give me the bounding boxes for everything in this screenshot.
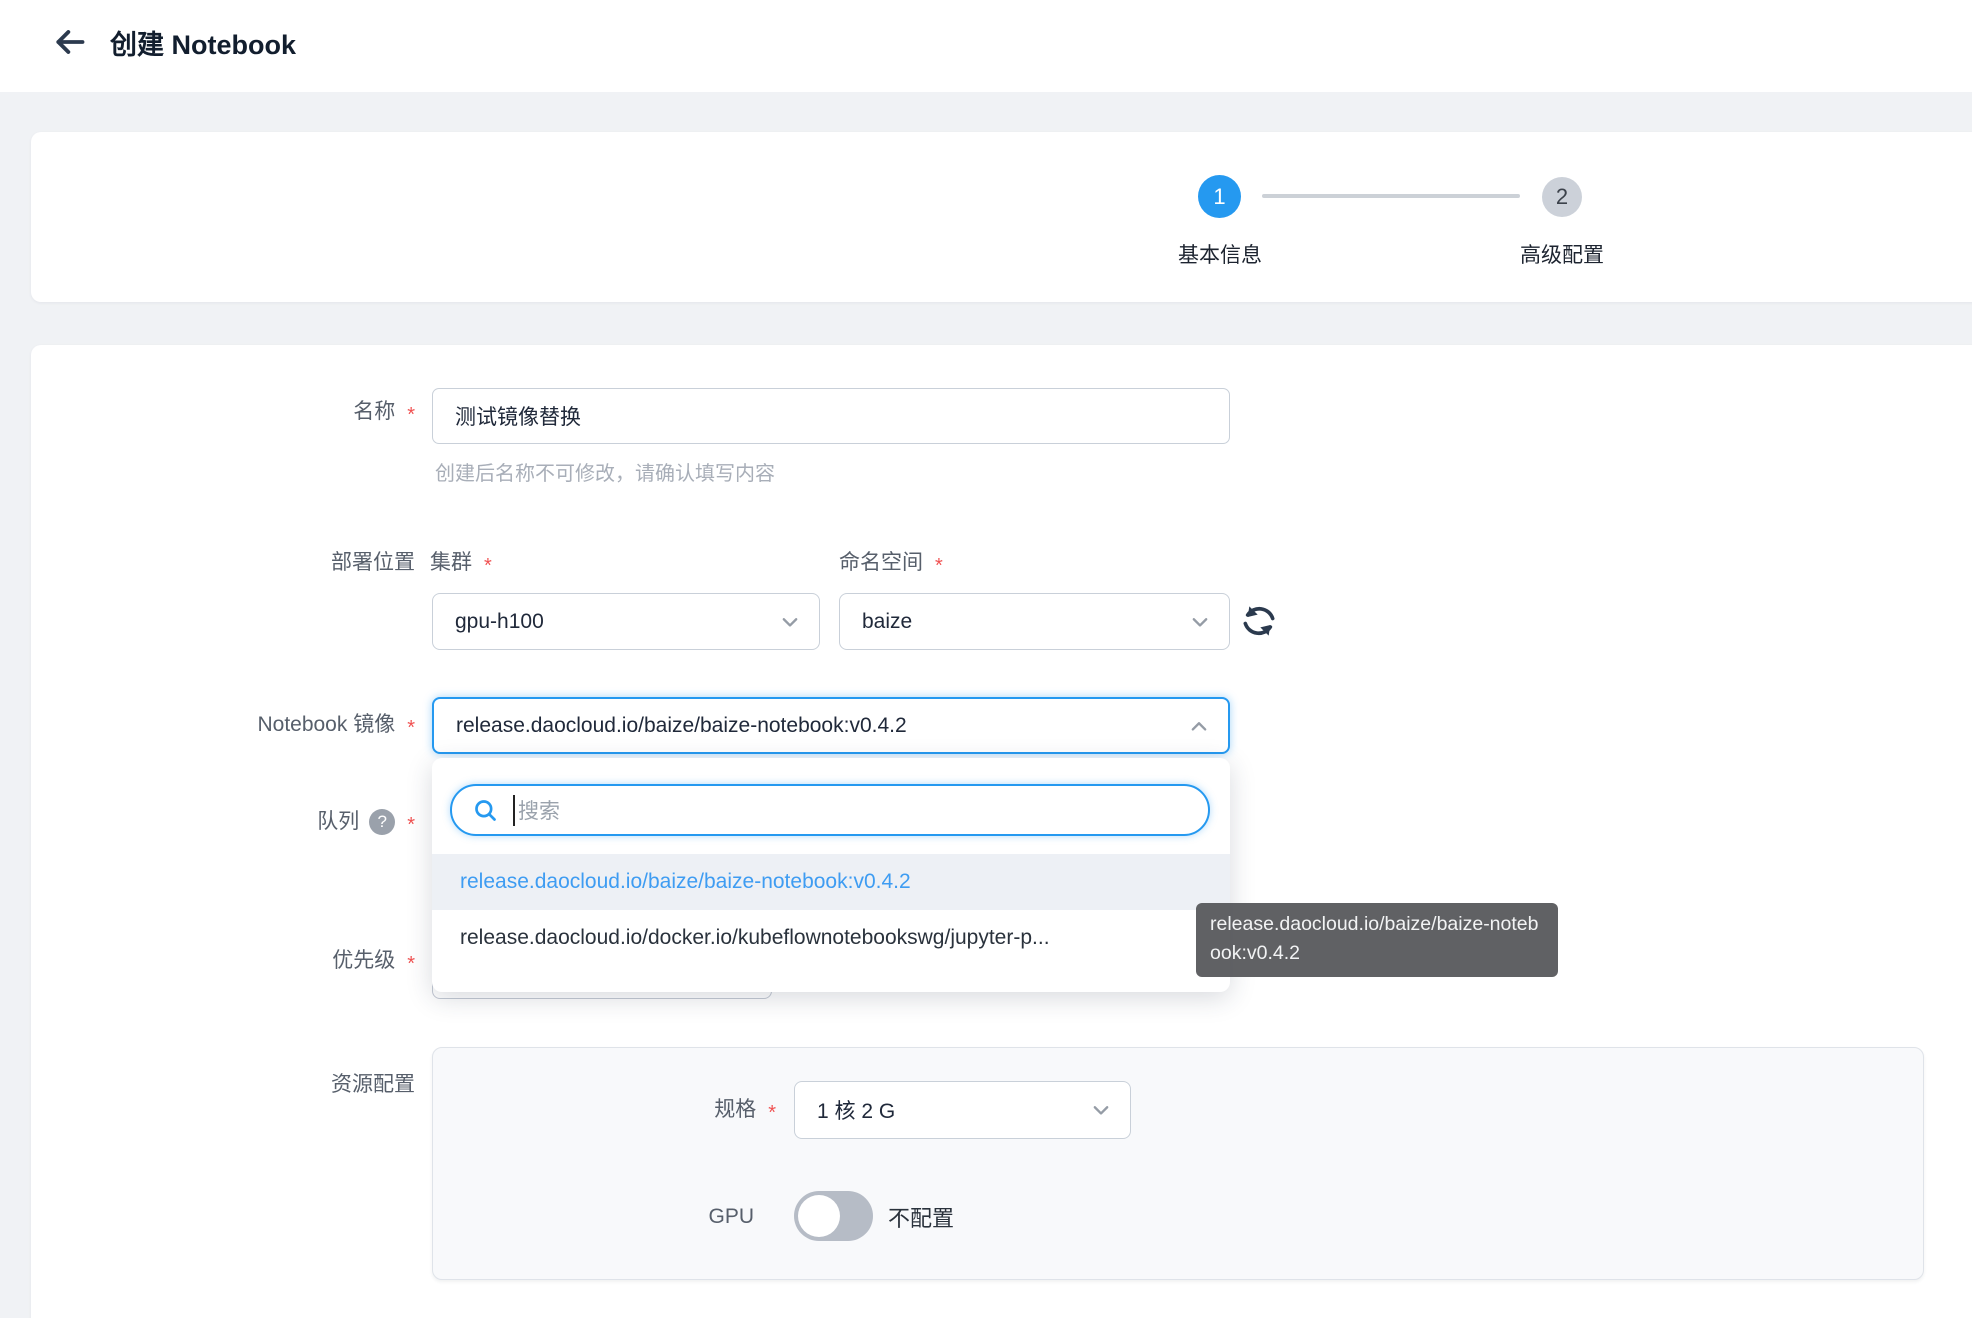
required-asterisk: * bbox=[407, 398, 415, 429]
required-asterisk: * bbox=[407, 947, 415, 978]
name-input-value: 测试镜像替换 bbox=[455, 401, 581, 431]
chevron-down-icon bbox=[1090, 1099, 1112, 1121]
namespace-label: 命名空间 bbox=[839, 549, 923, 580]
image-select[interactable]: release.daocloud.io/baize/baize-notebook… bbox=[432, 697, 1230, 754]
resources-label-row: 资源配置 bbox=[31, 1071, 415, 1099]
namespace-select[interactable]: baize bbox=[839, 593, 1230, 650]
step-2-label: 高级配置 bbox=[1462, 239, 1662, 269]
search-placeholder: 搜索 bbox=[518, 795, 560, 825]
step-2-circle[interactable]: 2 bbox=[1542, 177, 1582, 217]
back-button[interactable] bbox=[50, 22, 90, 62]
refresh-icon bbox=[1239, 601, 1279, 641]
name-label-row: 名称 * bbox=[31, 398, 415, 429]
cluster-label: 集群 bbox=[430, 549, 472, 580]
gpu-toggle-knob bbox=[798, 1195, 840, 1237]
spec-select-value: 1 核 2 G bbox=[817, 1095, 895, 1125]
location-label: 部署位置 bbox=[331, 549, 415, 577]
chevron-down-icon bbox=[779, 611, 801, 633]
image-dropdown-panel: 搜索 release.daocloud.io/baize/baize-noteb… bbox=[432, 758, 1230, 992]
required-asterisk: * bbox=[935, 549, 943, 580]
gpu-toggle[interactable] bbox=[794, 1191, 873, 1241]
step-connector-line bbox=[1262, 194, 1520, 198]
resources-label: 资源配置 bbox=[331, 1071, 415, 1099]
image-select-value: release.daocloud.io/baize/baize-notebook… bbox=[456, 714, 907, 738]
arrow-left-icon bbox=[50, 22, 90, 62]
cluster-select-value: gpu-h100 bbox=[455, 610, 544, 634]
spec-label-row: 规格 * bbox=[433, 1096, 776, 1127]
search-icon bbox=[472, 797, 499, 824]
queue-label-row: 队列 ? * bbox=[31, 808, 415, 839]
location-label-row: 部署位置 bbox=[31, 549, 415, 577]
text-cursor bbox=[513, 795, 515, 826]
image-tooltip: release.daocloud.io/baize/baize-notebook… bbox=[1196, 903, 1558, 977]
priority-label-row: 优先级 * bbox=[31, 947, 415, 978]
required-asterisk: * bbox=[768, 1096, 776, 1127]
gpu-toggle-label: 不配置 bbox=[888, 1201, 954, 1233]
chevron-down-icon bbox=[1189, 611, 1211, 633]
image-search-input[interactable]: 搜索 bbox=[450, 784, 1210, 836]
spec-select[interactable]: 1 核 2 G bbox=[794, 1081, 1131, 1139]
step-1-number: 1 bbox=[1213, 184, 1225, 210]
refresh-button[interactable] bbox=[1239, 601, 1279, 641]
question-circle-icon[interactable]: ? bbox=[369, 809, 395, 835]
priority-label: 优先级 bbox=[332, 947, 395, 975]
step-1-label: 基本信息 bbox=[1120, 239, 1320, 269]
required-asterisk: * bbox=[407, 711, 415, 742]
image-option-selected[interactable]: release.daocloud.io/baize/baize-notebook… bbox=[432, 854, 1230, 910]
image-label: Notebook 镜像 bbox=[257, 711, 395, 739]
image-option[interactable]: release.daocloud.io/docker.io/kubeflowno… bbox=[432, 910, 1230, 966]
page-header: 创建 Notebook bbox=[0, 0, 1972, 92]
stepper-card: 1 2 基本信息 高级配置 bbox=[31, 132, 1972, 302]
step-1-circle[interactable]: 1 bbox=[1198, 175, 1241, 218]
queue-label: 队列 bbox=[317, 808, 359, 836]
chevron-up-icon bbox=[1188, 715, 1210, 737]
namespace-label-row: 命名空间 * bbox=[839, 549, 943, 580]
image-label-row: Notebook 镜像 * bbox=[31, 711, 415, 742]
gpu-label: GPU bbox=[433, 1205, 754, 1229]
cluster-label-row: 集群 * bbox=[430, 549, 492, 580]
name-label: 名称 bbox=[353, 398, 395, 426]
required-asterisk: * bbox=[407, 808, 415, 839]
cluster-select[interactable]: gpu-h100 bbox=[432, 593, 820, 650]
name-hint: 创建后名称不可修改，请确认填写内容 bbox=[435, 457, 775, 486]
step-2-number: 2 bbox=[1556, 184, 1568, 210]
form-card: 名称 * 测试镜像替换 创建后名称不可修改，请确认填写内容 部署位置 集群 * … bbox=[31, 345, 1972, 1318]
resources-box: 规格 * 1 核 2 G GPU 不配置 bbox=[432, 1047, 1924, 1280]
page-title: 创建 Notebook bbox=[110, 23, 296, 62]
spec-label: 规格 bbox=[714, 1096, 756, 1127]
namespace-select-value: baize bbox=[862, 610, 912, 634]
name-input[interactable]: 测试镜像替换 bbox=[432, 388, 1230, 444]
required-asterisk: * bbox=[484, 549, 492, 580]
create-notebook-page: 创建 Notebook 1 2 基本信息 高级配置 名称 * 测试镜像替换 创建… bbox=[0, 0, 1972, 1318]
